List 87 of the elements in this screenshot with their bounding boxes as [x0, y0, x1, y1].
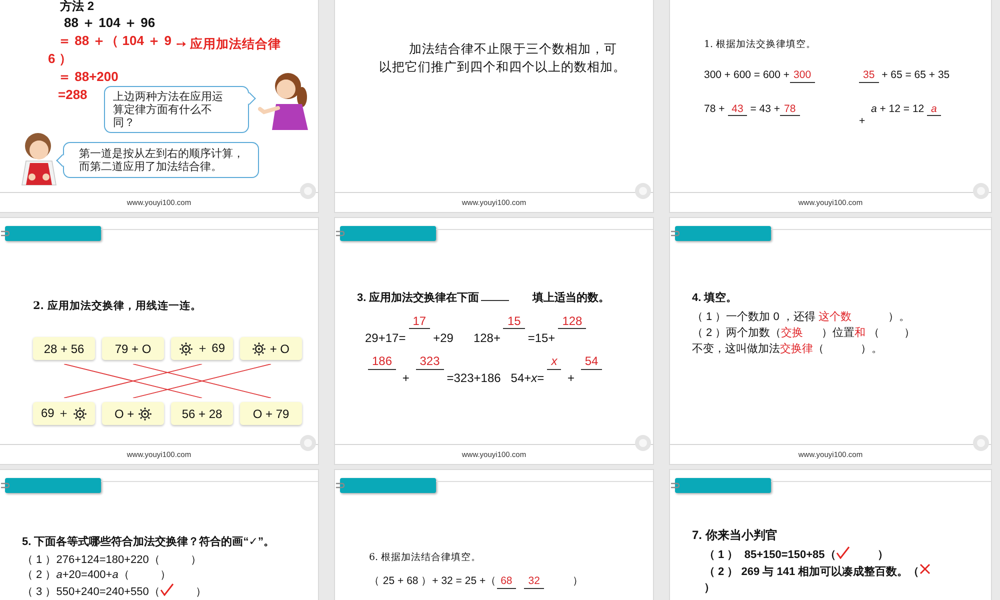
math-text: ）。: [887, 311, 910, 323]
math-text: 69 ＋: [40, 405, 71, 422]
math-text: 79 + O: [114, 342, 152, 356]
math-text: 不变，这叫做加法: [692, 343, 780, 355]
math-text: + 65 = 65 + 35: [880, 69, 950, 81]
math-text: =323+186 54+x=: [446, 371, 544, 386]
sun-icon: [138, 406, 152, 420]
question-text: 2. 应用加法交换律，用线连一连。: [33, 299, 203, 313]
math-text: +29 128+: [433, 331, 500, 345]
math-text: O +: [114, 406, 136, 420]
math-text: ）: [876, 549, 888, 561]
answer-blank: 323: [416, 354, 444, 370]
answer-blank: x: [547, 354, 562, 370]
math-text: ＝ 88+200: [58, 68, 118, 86]
math-text: 29+17=: [365, 331, 406, 345]
math-text: +: [566, 371, 576, 386]
math-text: （ 2 ）两个加数（: [692, 327, 782, 339]
math-text: （ 2 ） 269 与 141 相加可以凑成整百数。（: [704, 566, 920, 578]
answer-blank: 15: [503, 314, 525, 330]
math-text: =15+: [528, 331, 556, 345]
answer-blank: 54: [580, 354, 602, 370]
math-text: ）: [571, 575, 584, 587]
answer-blank: 17: [408, 314, 430, 330]
math-text: ）位置: [820, 327, 855, 339]
slide-thumbnail[interactable]: 6. 根据加法结合律填空。 （ 25 + 68 ）+ 32 = 25 +（ 68 32 ）: [335, 470, 653, 600]
answer-text: 和: [854, 327, 866, 339]
answer-blank: 186: [368, 354, 396, 370]
math-text: 56 + 28: [182, 406, 222, 420]
sun-icon: [252, 342, 266, 356]
check-icon: [836, 546, 850, 559]
answer-blank: 35: [859, 69, 879, 83]
answer-text: 交换律: [780, 343, 813, 355]
slide-thumbnail[interactable]: 7. 你来当小判官 （ 1 ） 85+150=150+85（ ） （ 2 ） 269 与 141 相加可以凑成整百数。（ ）: [670, 470, 991, 600]
math-text: 28 + 56: [44, 342, 84, 356]
math-text: 7. 你来当小判官: [692, 528, 778, 542]
math-text: （ ）。: [813, 343, 883, 355]
clip-icon: [671, 482, 680, 489]
answer-text: 这个数: [818, 311, 852, 323]
answer-blank: 300: [790, 69, 816, 83]
answer-blank: 128: [558, 314, 586, 330]
math-text: ）: [194, 586, 206, 598]
math-text: 88 ＋ 104 ＋ 96: [64, 14, 156, 32]
math-text: （ 2 ）a+20=400+a（ ）: [22, 569, 171, 581]
math-text: 4. 填空。: [692, 292, 738, 304]
math-text: a + 12 = 12: [870, 102, 926, 115]
speech-bubble: 第一道是按从左到右的顺序计算， 而第二道应用了加法结合律。: [56, 142, 259, 178]
question-text: 1. 根据加法交换律填空。: [704, 38, 818, 51]
math-text: （ 1 ）276+124=180+220（ ）: [22, 554, 202, 566]
math-text: ＝ 88 ＋（ 104 ＋ 9: [58, 32, 172, 50]
clip-icon: [671, 230, 680, 237]
math-text: 填上适当的数。: [531, 292, 610, 304]
math-text: ）: [704, 582, 715, 594]
math-text: （ 25 + 68 ）+ 32 = 25 +（: [369, 575, 497, 587]
answer-blank: 78: [780, 102, 800, 116]
answer-blank: 32: [524, 575, 544, 589]
math-text: ＋ 69: [195, 340, 225, 357]
math-text: （ ）: [868, 327, 916, 339]
math-text: + O: [268, 342, 290, 356]
math-text: 300 + 600 = 600 +: [704, 69, 790, 81]
math-text: 5. 下面各等式哪些符合加法交换律？符合的画“✓”。: [22, 536, 274, 548]
clip-icon: [336, 482, 345, 489]
math-text: （ 1 ） 85+150=150+85（: [704, 549, 836, 561]
clip-icon: [1, 230, 10, 237]
math-text: （ 3 ）550+240=240+550（: [22, 586, 160, 598]
clip-icon: [336, 230, 345, 237]
answer-text: 交换: [781, 327, 804, 339]
clip-icon: [1, 482, 10, 489]
answer-blank: a: [927, 102, 941, 116]
check-icon: [160, 583, 174, 596]
math-text: 3. 应用加法交换律在下面: [357, 292, 480, 304]
speech-bubble: 上边两种方法在应用运 算定律方面有什么不 同？: [104, 86, 256, 133]
question-text: 6. 根据加法结合律填空。: [369, 551, 482, 564]
math-text: +: [401, 371, 410, 386]
note-text: ➙ 应用加法结合律: [176, 36, 281, 53]
sun-icon: [178, 342, 193, 356]
answer-blank: 43: [728, 102, 748, 116]
math-text: （ 1 ）一个数加 0 ，还得: [692, 311, 816, 323]
math-text: =288: [58, 86, 88, 104]
sun-icon: [73, 406, 87, 420]
math-text: O + 79: [252, 406, 290, 420]
math-text: +: [859, 114, 866, 127]
statement-text: 加法结合律不止限于三个数相加，可 以把它们推广到四个和四个以上的数相加。: [379, 41, 627, 76]
math-text: 6 ）: [48, 50, 72, 68]
math-text: = 43 +: [749, 102, 780, 115]
answer-blank: 68: [496, 575, 516, 589]
math-text: 78 +: [704, 102, 726, 115]
slide-thumbnail[interactable]: 5. 下面各等式哪些符合加法交换律？符合的画“✓”。 （ 1 ）276+124=180+220（ ） （ 2 ）a+20=400+a（ ） （ 3 ）550+240=240+550（ ）: [0, 470, 318, 600]
